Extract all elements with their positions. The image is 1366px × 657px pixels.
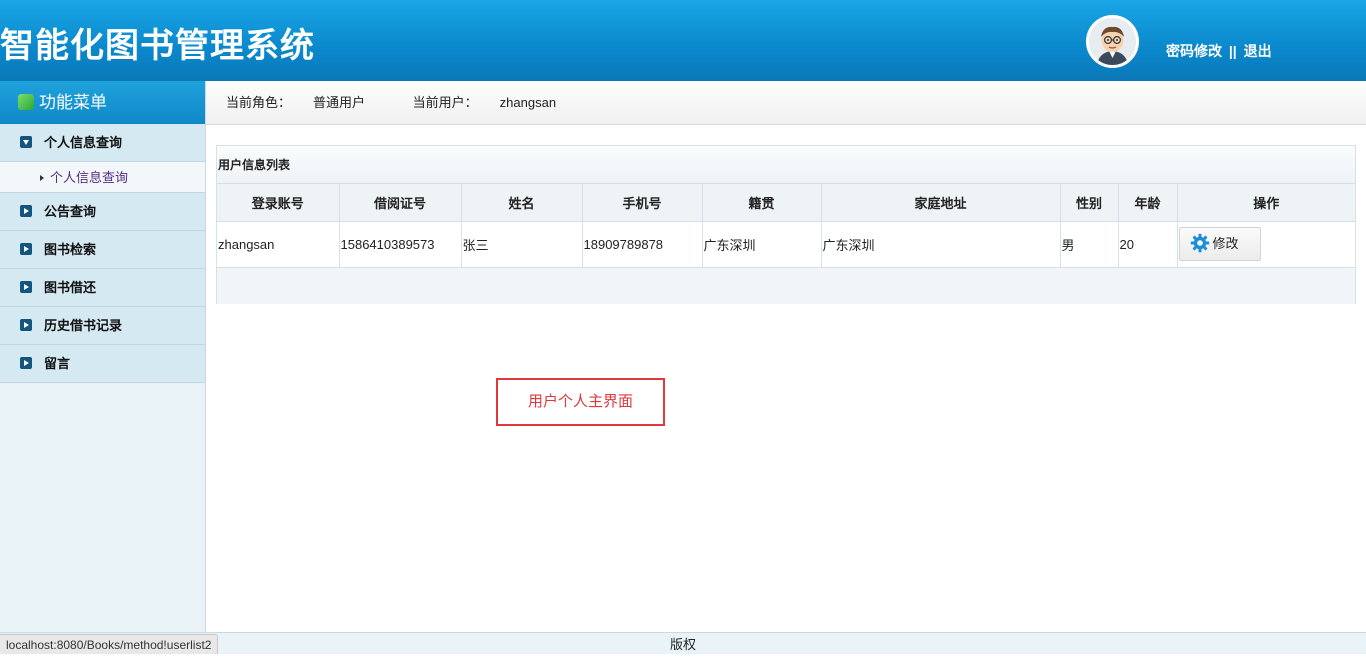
current-user-bar: 当前角色： 普通用户 当前用户： zhangsan xyxy=(206,81,1366,125)
collapse-arrow-icon xyxy=(20,243,32,255)
cell-gender: 男 xyxy=(1060,221,1119,268)
cube-icon xyxy=(18,94,34,110)
collapse-arrow-icon xyxy=(20,319,32,331)
cell-login: zhangsan xyxy=(217,221,340,268)
column-header: 姓名 xyxy=(461,184,583,222)
gear-icon xyxy=(1190,233,1209,253)
sidebar-subitem-personal-info[interactable]: 个人信息查询 xyxy=(0,162,205,193)
user-value: zhangsan xyxy=(499,95,557,110)
avatar xyxy=(1086,15,1139,68)
triangle-right-icon xyxy=(40,175,44,181)
sidebar-item-messages[interactable]: 留言 xyxy=(0,345,205,383)
column-header: 借阅证号 xyxy=(339,184,462,222)
cell-card-no: 1586410389573 xyxy=(339,221,462,268)
collapse-arrow-icon xyxy=(20,281,32,293)
panel-footer xyxy=(217,267,1355,304)
header-links: 密码修改 || 退出 xyxy=(1166,41,1272,61)
collapse-arrow-icon xyxy=(20,357,32,369)
role-info: 当前角色： 普通用户 xyxy=(226,95,387,110)
sidebar-subitem-label: 个人信息查询 xyxy=(50,170,129,185)
cell-name: 张三 xyxy=(461,221,583,268)
role-value: 普通用户 xyxy=(313,95,366,110)
user-avatar-icon xyxy=(1089,18,1136,65)
link-separator: || xyxy=(1228,43,1237,59)
change-password-link[interactable]: 密码修改 xyxy=(1166,43,1222,59)
sidebar-item-label: 个人信息查询 xyxy=(44,135,123,150)
column-header: 登录账号 xyxy=(217,184,340,222)
sidebar-item-label: 留言 xyxy=(44,356,71,371)
sidebar-item-label: 图书借还 xyxy=(44,280,97,295)
user-info: 当前用户： zhangsan xyxy=(413,95,578,110)
table-row: zhangsan 1586410389573 张三 18909789878 广东… xyxy=(217,221,1355,268)
column-header: 操作 xyxy=(1177,184,1355,222)
sidebar-item-label: 图书检索 xyxy=(44,242,97,257)
column-header: 籍贯 xyxy=(702,184,822,222)
menu-title-label: 功能菜单 xyxy=(39,93,107,112)
browser-status-url: localhost:8080/Books/method!userlist2 xyxy=(0,634,219,654)
cell-phone: 18909789878 xyxy=(582,221,703,268)
sidebar-item-label: 历史借书记录 xyxy=(44,318,123,333)
header: 智能化图书管理系统 密码修改 || 退出 xyxy=(0,0,1366,81)
cell-native-place: 广东深圳 xyxy=(702,221,822,268)
cell-actions: 修改 xyxy=(1177,221,1355,268)
sidebar-item-announcements[interactable]: 公告查询 xyxy=(0,193,205,231)
column-header: 家庭地址 xyxy=(821,184,1061,222)
column-header: 年龄 xyxy=(1118,184,1178,222)
table-header-row: 登录账号 借阅证号 姓名 手机号 籍贯 家庭地址 性别 年龄 操作 xyxy=(217,184,1355,222)
sidebar-item-book-search[interactable]: 图书检索 xyxy=(0,231,205,269)
sidebar-item-personal-info[interactable]: 个人信息查询 xyxy=(0,124,205,162)
collapse-arrow-icon xyxy=(20,205,32,217)
sidebar-item-borrow-history[interactable]: 历史借书记录 xyxy=(0,307,205,345)
user-info-panel: 用户信息列表 登录账号 借阅证号 姓名 手机号 籍贯 家庭地址 性别 年龄 操作… xyxy=(216,145,1356,304)
menu-title: 功能菜单 xyxy=(0,81,205,124)
edit-button[interactable]: 修改 xyxy=(1178,227,1261,261)
role-label: 当前角色： xyxy=(226,95,292,110)
user-label: 当前用户： xyxy=(412,95,478,110)
cell-age: 20 xyxy=(1118,221,1178,268)
column-header: 手机号 xyxy=(582,184,703,222)
cell-address: 广东深圳 xyxy=(821,221,1061,268)
edit-label: 修改 xyxy=(1212,236,1239,251)
copyright-text: 版权 xyxy=(669,637,696,652)
app-title: 智能化图书管理系统 xyxy=(0,26,315,66)
annotation-label: 用户个人主界面 xyxy=(496,378,665,426)
user-info-table: 登录账号 借阅证号 姓名 手机号 籍贯 家庭地址 性别 年龄 操作 zhangs… xyxy=(217,184,1355,268)
sidebar: 功能菜单 个人信息查询 个人信息查询 公告查询 图书检索 图书借还 历史借书记录… xyxy=(0,81,206,632)
sidebar-item-borrow-return[interactable]: 图书借还 xyxy=(0,269,205,307)
column-header: 性别 xyxy=(1060,184,1119,222)
panel-title: 用户信息列表 xyxy=(217,146,1355,184)
logout-link[interactable]: 退出 xyxy=(1244,43,1272,59)
sidebar-item-label: 公告查询 xyxy=(44,204,97,219)
expand-arrow-icon xyxy=(20,136,32,148)
